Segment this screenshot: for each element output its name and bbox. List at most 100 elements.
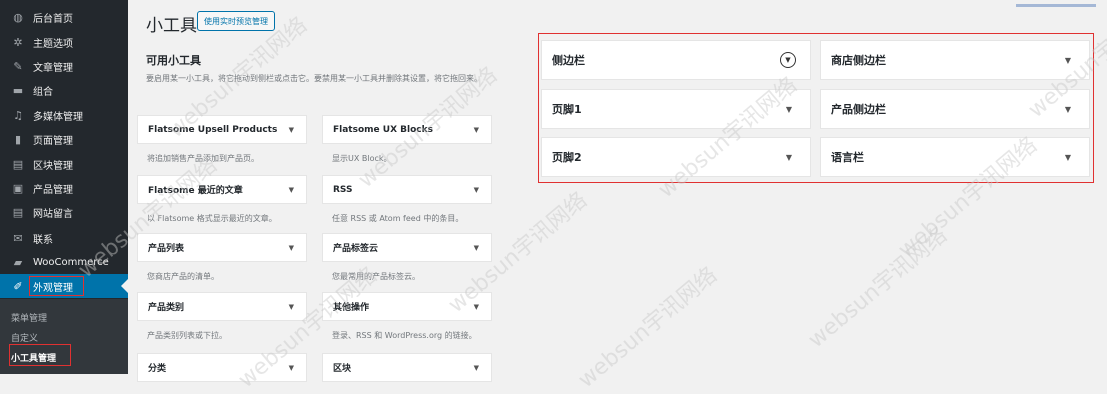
caret-down-icon[interactable]: ▼ bbox=[1065, 56, 1071, 65]
sidebar-item-products[interactable]: ▣ 产品管理 bbox=[0, 176, 128, 200]
widget-name: Flatsome 最近的文章 bbox=[148, 183, 243, 196]
widget-description: 您最常用的产品标签云。 bbox=[332, 271, 420, 282]
sidebar-item-label: 后台首页 bbox=[33, 10, 73, 25]
caret-down-icon[interactable]: ▼ bbox=[786, 105, 792, 114]
sidebar-item-label: WooCommerce bbox=[33, 257, 109, 268]
page-title: 小工具 bbox=[146, 11, 197, 36]
widget-description: 登录、RSS 和 WordPress.org 的链接。 bbox=[332, 330, 477, 341]
widget-description: 任意 RSS 或 Atom feed 中的条目。 bbox=[332, 213, 463, 224]
widget-card[interactable]: 分类 ▼ bbox=[137, 353, 307, 382]
widget-area[interactable]: 语言栏 ▼ bbox=[820, 137, 1090, 177]
widget-area[interactable]: 侧边栏 ▼ bbox=[541, 40, 811, 80]
widget-card[interactable]: 其他操作 ▼ bbox=[322, 292, 492, 321]
widget-name: RSS bbox=[333, 185, 353, 195]
caret-down-icon[interactable]: ▼ bbox=[289, 186, 294, 194]
pin-icon: ✎ bbox=[11, 59, 25, 73]
widget-name: 分类 bbox=[148, 361, 166, 374]
sidebar-item-label: 主题选项 bbox=[33, 35, 73, 50]
sidebar-item-label: 页面管理 bbox=[33, 132, 73, 147]
caret-down-icon[interactable]: ▼ bbox=[474, 244, 479, 252]
products-icon: ▣ bbox=[11, 181, 25, 195]
folder-icon: ▬ bbox=[11, 83, 25, 97]
caret-down-icon[interactable]: ▼ bbox=[474, 186, 479, 194]
widget-description: 以 Flatsome 格式显示最近的文章。 bbox=[147, 213, 277, 224]
woocommerce-icon: ▰ bbox=[11, 255, 25, 269]
caret-down-icon[interactable]: ▼ bbox=[474, 364, 479, 372]
widget-name: Flatsome UX Blocks bbox=[333, 125, 433, 135]
widget-area-name: 商店侧边栏 bbox=[831, 52, 886, 68]
widget-name: 产品类别 bbox=[148, 300, 184, 313]
caret-down-icon[interactable]: ▼ bbox=[474, 303, 479, 311]
sidebar-item-appearance[interactable]: ✐ 外观管理 bbox=[0, 274, 128, 298]
widget-card[interactable]: RSS ▼ bbox=[322, 175, 492, 204]
active-menu-arrow bbox=[121, 279, 128, 293]
dashboard-icon: ◍ bbox=[11, 10, 25, 24]
widget-area[interactable]: 页脚2 ▼ bbox=[541, 137, 811, 177]
widget-card[interactable]: 产品列表 ▼ bbox=[137, 233, 307, 262]
widget-card[interactable]: 区块 ▼ bbox=[322, 353, 492, 382]
caret-down-icon[interactable]: ▼ bbox=[786, 153, 792, 162]
sidebar-item-label: 文章管理 bbox=[33, 59, 73, 74]
circle-caret-down-icon[interactable]: ▼ bbox=[780, 52, 796, 68]
widget-name: Flatsome Upsell Products bbox=[148, 125, 277, 135]
widget-description: 显示UX Block。 bbox=[332, 153, 392, 164]
submenu-item[interactable]: 菜单管理 bbox=[11, 311, 47, 324]
sidebar-item-label: 联系 bbox=[33, 231, 53, 246]
widget-area[interactable]: 商店侧边栏 ▼ bbox=[820, 40, 1090, 80]
sidebar-item-dashboard[interactable]: ◍ 后台首页 bbox=[0, 5, 128, 29]
media-icon: ♫ bbox=[11, 108, 25, 122]
appearance-submenu: 菜单管理自定义小工具管理 bbox=[0, 299, 128, 374]
caret-down-icon[interactable]: ▼ bbox=[289, 126, 294, 134]
caret-down-icon[interactable]: ▼ bbox=[1065, 105, 1071, 114]
watermark-text: websun宇讯网络 bbox=[800, 218, 953, 354]
sidebar-item-page[interactable]: ▮ 页面管理 bbox=[0, 127, 128, 151]
available-widgets-title: 可用小工具 bbox=[146, 52, 201, 68]
caret-down-icon[interactable]: ▼ bbox=[474, 126, 479, 134]
live-preview-button[interactable]: 使用实时预览管理 bbox=[197, 11, 275, 31]
sidebar-item-comments[interactable]: ▤ 网站留言 bbox=[0, 200, 128, 224]
widget-card[interactable]: Flatsome 最近的文章 ▼ bbox=[137, 175, 307, 204]
sidebar-item-label: 产品管理 bbox=[33, 181, 73, 196]
page-icon: ▮ bbox=[11, 132, 25, 146]
comments-icon: ▤ bbox=[11, 205, 25, 219]
widget-area-name: 侧边栏 bbox=[552, 52, 585, 68]
admin-sidebar: ◍ 后台首页 ✲ 主题选项 ✎ 文章管理 ▬ 组合 ♫ 多媒体管理 ▮ 页面管理 ▤ 区块管理 ▣ 产品管理 ▤… bbox=[0, 0, 128, 374]
sidebar-item-folder[interactable]: ▬ 组合 bbox=[0, 78, 128, 102]
caret-down-icon[interactable]: ▼ bbox=[1065, 153, 1071, 162]
caret-down-icon[interactable]: ▼ bbox=[289, 364, 294, 372]
sidebar-item-label: 网站留言 bbox=[33, 205, 73, 220]
widget-area[interactable]: 页脚1▼ bbox=[541, 89, 811, 129]
caret-down-icon[interactable]: ▼ bbox=[289, 303, 294, 311]
sidebar-item-blocks[interactable]: ▤ 区块管理 bbox=[0, 152, 128, 176]
sidebar-item-pin[interactable]: ✎ 文章管理 bbox=[0, 54, 128, 78]
gear-icon: ✲ bbox=[11, 35, 25, 49]
widget-area-name: 页脚2 bbox=[552, 149, 582, 165]
sidebar-item-label: 外观管理 bbox=[33, 279, 73, 294]
widget-area[interactable]: 产品侧边栏▼ bbox=[820, 89, 1090, 129]
widget-card[interactable]: Flatsome UX Blocks ▼ bbox=[322, 115, 492, 144]
mail-icon: ✉ bbox=[11, 231, 25, 245]
blocks-icon: ▤ bbox=[11, 157, 25, 171]
sidebar-item-mail[interactable]: ✉ 联系 bbox=[0, 226, 128, 250]
sidebar-item-label: 多媒体管理 bbox=[33, 108, 83, 123]
top-right-link[interactable] bbox=[1016, 4, 1096, 7]
sidebar-item-label: 区块管理 bbox=[33, 157, 73, 172]
appearance-icon: ✐ bbox=[11, 279, 25, 293]
widget-name: 产品列表 bbox=[148, 241, 184, 254]
widget-card[interactable]: 产品标签云 ▼ bbox=[322, 233, 492, 262]
widget-card[interactable]: 产品类别 ▼ bbox=[137, 292, 307, 321]
submenu-item[interactable]: 小工具管理 bbox=[11, 351, 56, 364]
widget-description: 产品类别列表或下拉。 bbox=[147, 330, 227, 341]
widget-name: 区块 bbox=[333, 361, 351, 374]
sidebar-item-woocommerce[interactable]: ▰ WooCommerce bbox=[0, 250, 128, 274]
sidebar-item-media[interactable]: ♫ 多媒体管理 bbox=[0, 103, 128, 127]
widget-name: 产品标签云 bbox=[333, 241, 378, 254]
widget-card[interactable]: Flatsome Upsell Products ▼ bbox=[137, 115, 307, 144]
caret-down-icon[interactable]: ▼ bbox=[289, 244, 294, 252]
widget-description: 将追加销售产品添加到产品页。 bbox=[147, 153, 259, 164]
sidebar-item-label: 组合 bbox=[33, 83, 53, 98]
submenu-item[interactable]: 自定义 bbox=[11, 331, 38, 344]
widget-name: 其他操作 bbox=[333, 300, 369, 313]
sidebar-item-gear[interactable]: ✲ 主题选项 bbox=[0, 30, 128, 54]
widget-area-name: 语言栏 bbox=[831, 149, 864, 165]
